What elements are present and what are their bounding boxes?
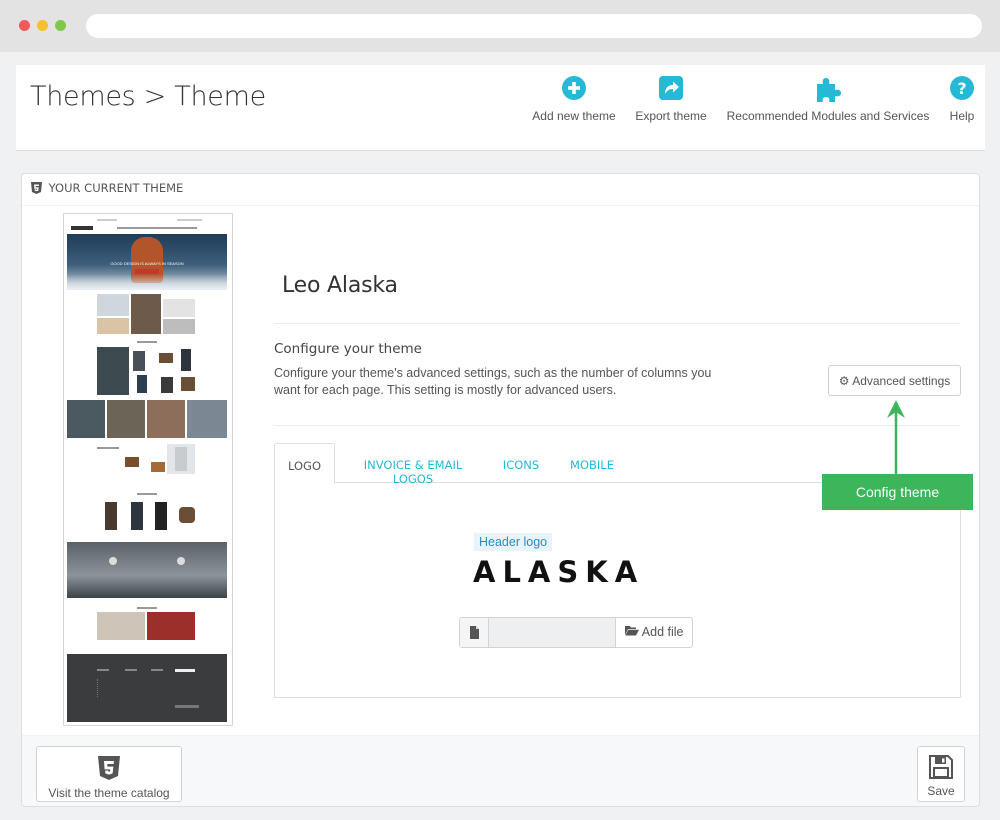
maximize-window-dot[interactable] [55,20,66,31]
theme-preview: GOOD DESIGN IS ALWAYS IN SEASON [63,213,233,726]
add-file-label: Add file [641,625,684,639]
html5-icon [31,182,42,197]
save-button[interactable]: Save [917,746,965,802]
page-header: Themes > Theme Add new theme Export them… [16,65,985,151]
preview-hero-text: GOOD DESIGN IS ALWAYS IN SEASON [110,261,184,266]
export-theme-button[interactable]: Export theme [631,75,711,123]
folder-open-icon [625,625,642,639]
svg-text:?: ? [957,79,966,98]
advanced-settings-label: Advanced settings [852,374,951,388]
panel-heading-text: YOUR CURRENT THEME [48,181,184,195]
help-label: Help [949,109,975,123]
header-logo-image: ALASKA [473,555,645,589]
address-bar[interactable] [86,14,982,38]
cog-icon: ⚙ [838,374,850,388]
minimize-window-dot[interactable] [37,20,48,31]
visit-theme-catalog-button[interactable]: Visit the theme catalog [36,746,182,802]
logo-tab-content: Header logo ALASKA Add file [274,483,961,698]
floppy-disk-icon [918,755,964,781]
visit-theme-catalog-label: Visit the theme catalog [48,786,170,800]
page-title: Themes > Theme [30,81,266,112]
tab-mobile[interactable]: MOBILE [564,443,620,483]
configure-description: Configure your theme's advanced settings… [274,366,712,397]
add-new-theme-label: Add new theme [532,109,616,123]
panel-footer: Visit the theme catalog Save [22,735,979,806]
tab-logo[interactable]: LOGO [274,443,335,484]
export-theme-label: Export theme [635,109,707,123]
header-logo-label: Header logo [474,533,553,551]
divider [274,323,960,324]
logo-file-upload[interactable]: Add file [459,617,693,648]
save-label: Save [927,784,955,798]
recommended-modules-label: Recommended Modules and Services [726,109,930,123]
share-icon [631,75,711,103]
tab-icons[interactable]: ICONS [498,443,544,483]
html5-icon [37,756,181,780]
panel-heading: YOUR CURRENT THEME [22,174,979,206]
puzzle-icon [721,75,935,103]
close-window-dot[interactable] [19,20,30,31]
recommended-modules-button[interactable]: Recommended Modules and Services [721,75,935,123]
browser-chrome [0,0,1000,52]
theme-preview-image: GOOD DESIGN IS ALWAYS IN SEASON [67,217,229,722]
file-name-field[interactable] [489,618,616,647]
plus-circle-icon [529,75,619,103]
config-theme-callout: Config theme [822,474,973,510]
advanced-settings-button[interactable]: ⚙ Advanced settings [828,365,961,396]
add-file-button[interactable]: Add file [617,618,693,647]
divider [274,425,960,426]
callout-arrow-icon [887,400,905,474]
question-circle-icon: ? [944,75,980,103]
file-icon [460,618,489,647]
add-new-theme-button[interactable]: Add new theme [529,75,619,123]
help-button[interactable]: ? Help [944,75,980,123]
configure-title: Configure your theme [274,341,422,357]
theme-name: Leo Alaska [282,273,398,298]
tab-invoice-email-logos[interactable]: INVOICE & EMAIL LOGOS [344,443,482,486]
